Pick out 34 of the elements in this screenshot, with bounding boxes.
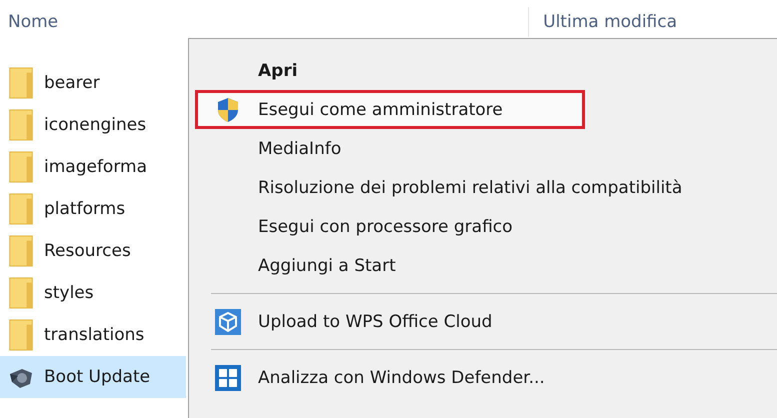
folder-icon <box>8 67 34 99</box>
menu-item[interactable]: Esegui come amministratore <box>195 90 585 129</box>
cube-icon <box>215 308 241 334</box>
column-header[interactable]: Ultima modifica <box>543 12 678 32</box>
file-name: imageforma <box>44 157 148 177</box>
file-row[interactable]: platforms <box>0 188 186 230</box>
file-row[interactable]: styles <box>0 272 186 314</box>
file-row[interactable]: Boot Update <box>0 356 186 398</box>
menu-item[interactable]: Risoluzione dei problemi relativi alla compatibilità <box>195 168 694 207</box>
file-name: bearer <box>44 73 100 93</box>
menu-item[interactable]: Analizza con Windows Defender... <box>195 358 585 397</box>
file-name: Resources <box>44 241 131 261</box>
file-row[interactable]: translations <box>0 314 186 356</box>
file-row[interactable]: Resources <box>0 230 186 272</box>
file-row[interactable]: iconengines <box>0 104 186 146</box>
file-name: platforms <box>44 199 126 219</box>
folder-icon <box>8 109 34 141</box>
folder-icon <box>8 277 34 309</box>
menu-item[interactable]: Apri <box>195 51 585 90</box>
file-row[interactable]: imageforma <box>0 146 186 188</box>
menu-item[interactable]: Esegui con processore grafico <box>195 207 585 246</box>
file-name: Boot Update <box>44 367 150 387</box>
column-header[interactable]: Nome <box>8 12 58 32</box>
folder-icon <box>8 319 34 351</box>
file-name: translations <box>44 325 144 345</box>
file-name: iconengines <box>44 115 146 135</box>
menu-item[interactable]: MediaInfo <box>195 129 585 168</box>
menu-item[interactable]: Upload to WPS Office Cloud <box>195 302 585 341</box>
file-row[interactable]: bearer <box>0 62 186 104</box>
folder-icon <box>8 151 34 183</box>
menu-item[interactable]: Aggiungi a Start <box>195 246 585 285</box>
folder-icon <box>8 193 34 225</box>
folder-icon <box>8 235 34 267</box>
file-name: styles <box>44 283 94 303</box>
